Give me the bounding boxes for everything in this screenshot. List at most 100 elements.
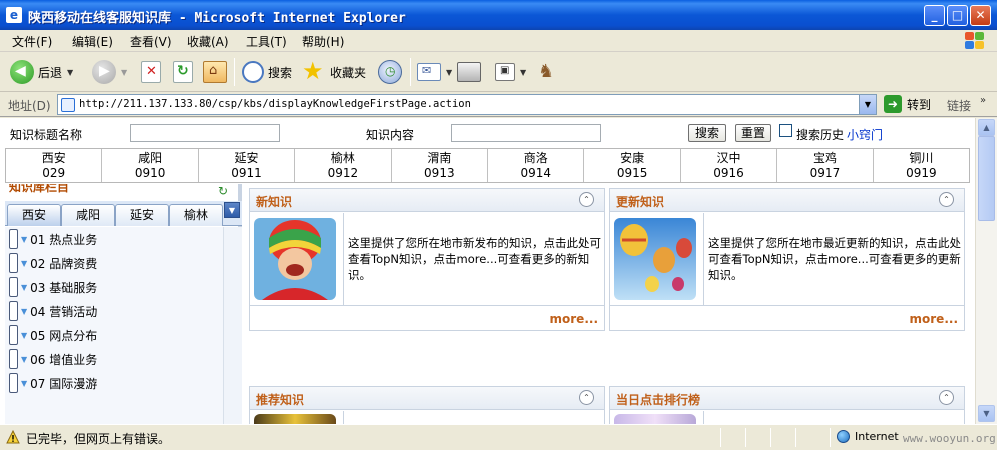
forward-button[interactable]: ▶ ▼ bbox=[92, 58, 127, 86]
menu-help[interactable]: 帮助(H) bbox=[302, 33, 344, 50]
title-search-input[interactable] bbox=[130, 124, 280, 142]
category-item[interactable]: ▼ 03 基础服务 bbox=[9, 276, 97, 298]
city-xianyang[interactable]: 咸阳 0910 bbox=[102, 149, 199, 182]
tabs-dropdown-icon[interactable]: ▼ bbox=[224, 202, 240, 218]
menu-edit[interactable]: 编辑(E) bbox=[72, 33, 113, 50]
city-yulin[interactable]: 榆林 0912 bbox=[295, 149, 392, 182]
menu-favorites[interactable]: 收藏(A) bbox=[187, 33, 229, 50]
city-bar: 西安 029 咸阳 0910 延安 0911 榆林 0912 渭南 0913 商洛 0914… bbox=[5, 148, 970, 183]
links-button[interactable]: 链接 bbox=[947, 97, 971, 114]
search-button[interactable]: 搜索 bbox=[242, 58, 292, 86]
sidebar-scrollbar[interactable] bbox=[223, 227, 242, 424]
menu-view[interactable]: 查看(V) bbox=[130, 33, 172, 50]
back-button[interactable]: ◀ 后退 ▼ bbox=[10, 58, 73, 86]
reset-button[interactable]: 重置 bbox=[735, 124, 771, 142]
content-search-label: 知识内容 bbox=[366, 128, 415, 142]
mail-dropdown-icon[interactable]: ▼ bbox=[446, 68, 452, 77]
go-button[interactable]: ➜ 转到 bbox=[884, 95, 931, 113]
watermark: www.wooyun.org bbox=[903, 432, 996, 445]
category-item[interactable]: ▼ 05 网点分布 bbox=[9, 324, 97, 346]
refresh-button[interactable]: ↻ bbox=[173, 58, 193, 86]
print-button[interactable] bbox=[457, 58, 481, 86]
close-button[interactable]: ✕ bbox=[970, 5, 991, 26]
scroll-track[interactable] bbox=[978, 136, 995, 423]
scroll-thumb[interactable] bbox=[978, 136, 995, 221]
city-xian[interactable]: 西安 029 bbox=[6, 149, 103, 182]
category-item[interactable]: ▼ 07 国际漫游 bbox=[9, 372, 97, 394]
collapse-icon[interactable]: ⌃ bbox=[939, 390, 954, 405]
page-icon bbox=[61, 98, 75, 112]
favorites-button[interactable]: ★ 收藏夹 bbox=[302, 58, 366, 86]
category-item[interactable]: ▼ 02 品牌资费 bbox=[9, 252, 97, 274]
stop-icon: ✕ bbox=[141, 61, 161, 83]
scroll-down-icon[interactable]: ▼ bbox=[978, 405, 995, 422]
panel-title: 当日点击排行榜 bbox=[616, 393, 701, 407]
panel-title: 推荐知识 bbox=[256, 393, 305, 407]
security-zone: Internet bbox=[837, 430, 899, 443]
go-label: 转到 bbox=[907, 97, 932, 112]
minimize-button[interactable]: _ bbox=[924, 5, 945, 26]
page-scrollbar[interactable]: ▲ ▼ bbox=[975, 118, 997, 424]
window-title: 陕西移动在线客服知识库 - Microsoft Internet Explore… bbox=[28, 11, 406, 26]
category-item[interactable]: ▼ 06 增值业务 bbox=[9, 348, 97, 370]
page-content: 知识标题名称 知识内容 搜索 重置 搜索历史 小窍门 西安 029 咸阳 0910 … bbox=[0, 118, 975, 424]
panel-description[interactable]: 这里提供了您所在地市新发布的知识，点击此处可查看TopN知识，点击more...… bbox=[348, 235, 602, 283]
printer-icon bbox=[457, 62, 481, 82]
category-item[interactable]: ▼ 04 营销活动 bbox=[9, 300, 97, 322]
address-input[interactable]: http://211.137.133.80/csp/kbs/displayKno… bbox=[57, 94, 877, 115]
collapse-icon[interactable]: ⌃ bbox=[579, 390, 594, 405]
category-item[interactable]: ▼ 01 热点业务 bbox=[9, 228, 97, 250]
category-list: ▼ 01 热点业务 ▼ 02 品牌资费 ▼ 03 基础服务 ▼ 04 营销活动 ▼ 05 … bbox=[5, 227, 223, 424]
messenger-button[interactable]: ♞ bbox=[538, 58, 564, 86]
collapse-icon[interactable]: ⌃ bbox=[939, 192, 954, 207]
search-history-checkbox[interactable] bbox=[779, 124, 792, 137]
triangle-down-icon: ▼ bbox=[21, 282, 28, 292]
back-dropdown-icon[interactable]: ▼ bbox=[67, 68, 73, 77]
scroll-up-icon[interactable]: ▲ bbox=[978, 119, 995, 136]
search-submit-button[interactable]: 搜索 bbox=[688, 124, 726, 142]
zone-label: Internet bbox=[855, 430, 899, 443]
balloons-photo bbox=[614, 218, 696, 300]
tab-yulin[interactable]: 榆林 bbox=[169, 204, 223, 226]
content-search-input[interactable] bbox=[451, 124, 601, 142]
more-link[interactable]: more... bbox=[550, 312, 598, 326]
menu-file[interactable]: 文件(F) bbox=[12, 33, 52, 50]
city-hanzhong[interactable]: 汉中 0916 bbox=[681, 149, 778, 182]
tab-xian[interactable]: 西安 bbox=[7, 204, 61, 226]
toolbar: ◀ 后退 ▼ ▶ ▼ ✕ ↻ ⌂ 搜索 ★ 收藏夹 ◷ ✉ ▼ ▣ ▼ ♞ bbox=[0, 52, 997, 92]
links-chevron-icon[interactable]: » bbox=[980, 95, 986, 106]
tab-xianyang[interactable]: 咸阳 bbox=[61, 204, 115, 226]
home-button[interactable]: ⌂ bbox=[203, 58, 227, 86]
address-bar: 地址(D) http://211.137.133.80/csp/kbs/disp… bbox=[0, 92, 997, 117]
collapse-icon[interactable]: ⌃ bbox=[579, 192, 594, 207]
tab-yanan[interactable]: 延安 bbox=[115, 204, 169, 226]
city-shangluo[interactable]: 商洛 0914 bbox=[488, 149, 585, 182]
mail-icon: ✉ bbox=[417, 63, 441, 81]
favorites-label: 收藏夹 bbox=[330, 65, 367, 80]
triangle-down-icon: ▼ bbox=[21, 258, 28, 268]
ie-logo-icon: e bbox=[6, 7, 22, 23]
address-dropdown-icon[interactable]: ▼ bbox=[859, 95, 876, 114]
edit-dropdown-icon[interactable]: ▼ bbox=[520, 68, 526, 77]
city-baoji[interactable]: 宝鸡 0917 bbox=[777, 149, 874, 182]
history-button[interactable]: ◷ bbox=[378, 58, 402, 86]
sidebar-tabs: 西安 咸阳 延安 榆林 ▼ bbox=[5, 201, 242, 226]
maximize-button[interactable]: □ bbox=[947, 5, 968, 26]
panel-description[interactable]: 这里提供了您所在地市最近更新的知识，点击此处可查看TopN知识，点击more..… bbox=[708, 235, 962, 283]
mail-button[interactable]: ✉ ▼ bbox=[417, 58, 452, 86]
triangle-down-icon: ▼ bbox=[21, 306, 28, 316]
menu-tools[interactable]: 工具(T) bbox=[246, 33, 287, 50]
globe-icon bbox=[837, 430, 850, 443]
stop-button[interactable]: ✕ bbox=[141, 58, 161, 86]
city-tongchuan[interactable]: 铜川 0919 bbox=[874, 149, 969, 182]
more-link[interactable]: more... bbox=[910, 312, 958, 326]
city-weinan[interactable]: 渭南 0913 bbox=[392, 149, 489, 182]
forward-dropdown-icon[interactable]: ▼ bbox=[121, 68, 127, 77]
warning-icon[interactable] bbox=[6, 430, 20, 444]
city-ankang[interactable]: 安康 0915 bbox=[584, 149, 681, 182]
edit-button[interactable]: ▣ ▼ bbox=[495, 58, 526, 86]
address-url[interactable]: http://211.137.133.80/csp/kbs/displayKno… bbox=[79, 98, 471, 110]
back-label: 后退 bbox=[38, 65, 63, 80]
city-yanan[interactable]: 延安 0911 bbox=[199, 149, 296, 182]
tips-link[interactable]: 小窍门 bbox=[847, 126, 883, 143]
